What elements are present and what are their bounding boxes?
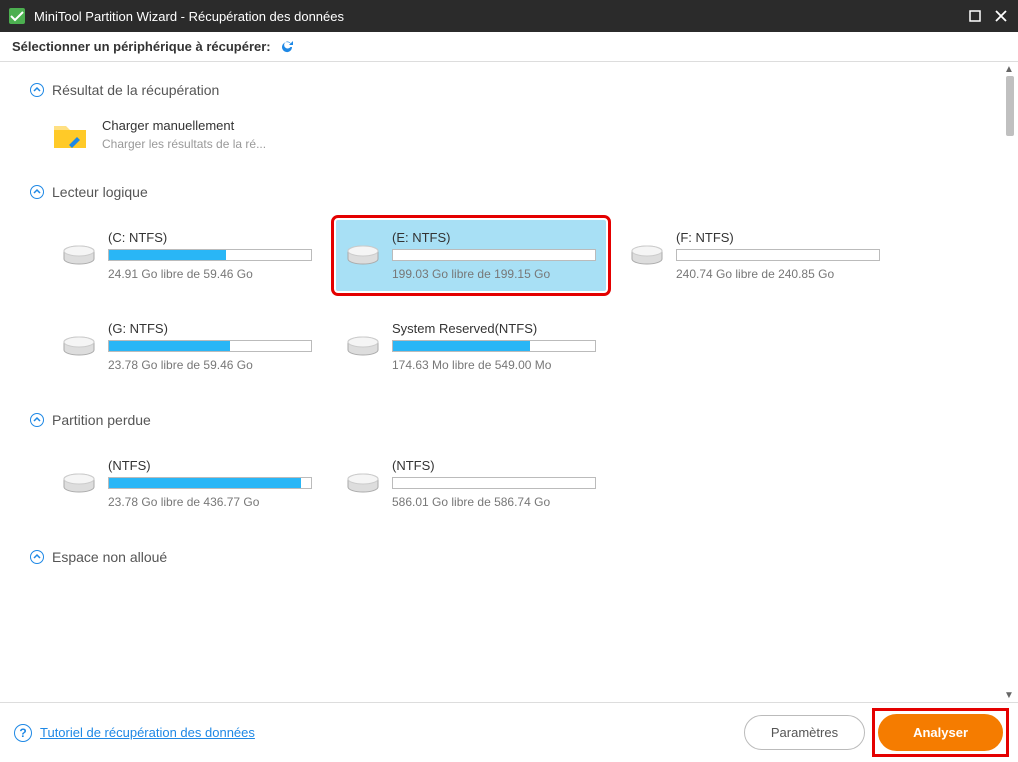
subheader: Sélectionner un périphérique à récupérer… xyxy=(0,32,1018,62)
drive-free-text: 586.01 Go libre de 586.74 Go xyxy=(392,495,596,509)
drive-item[interactable]: (C: NTFS) 24.91 Go libre de 59.46 Go xyxy=(52,220,322,291)
drive-name: (G: NTFS) xyxy=(108,321,312,336)
footer: ? Tutoriel de récupération des données P… xyxy=(0,702,1018,762)
scan-button[interactable]: Analyser xyxy=(878,714,1003,751)
usage-bar xyxy=(392,340,596,352)
collapse-icon[interactable] xyxy=(30,83,44,97)
section-unallocated: Espace non alloué xyxy=(30,549,988,565)
drive-name: System Reserved(NTFS) xyxy=(392,321,596,336)
close-icon[interactable] xyxy=(992,7,1010,25)
scroll-up-icon[interactable]: ▲ xyxy=(1004,64,1014,74)
usage-bar xyxy=(392,477,596,489)
load-manually[interactable]: Charger manuellement Charger les résulta… xyxy=(52,118,988,154)
section-title: Résultat de la récupération xyxy=(52,82,219,98)
drive-item[interactable]: (E: NTFS) 199.03 Go libre de 199.15 Go xyxy=(336,220,606,291)
usage-bar xyxy=(108,477,312,489)
disk-icon xyxy=(346,472,380,496)
disk-icon xyxy=(346,335,380,359)
usage-bar xyxy=(676,249,880,261)
usage-bar xyxy=(108,340,312,352)
help-link-text[interactable]: Tutoriel de récupération des données xyxy=(40,725,255,740)
drive-name: (NTFS) xyxy=(108,458,312,473)
section-recovery-result: Résultat de la récupération Charger manu… xyxy=(30,82,988,154)
scrollbar-thumb[interactable] xyxy=(1006,76,1014,136)
drive-free-text: 174.63 Mo libre de 549.00 Mo xyxy=(392,358,596,372)
drive-free-text: 23.78 Go libre de 59.46 Go xyxy=(108,358,312,372)
collapse-icon[interactable] xyxy=(30,413,44,427)
drive-name: (NTFS) xyxy=(392,458,596,473)
drive-name: (E: NTFS) xyxy=(392,230,596,245)
drive-item[interactable]: (F: NTFS) 240.74 Go libre de 240.85 Go xyxy=(620,220,890,291)
usage-bar xyxy=(108,249,312,261)
main-content: Résultat de la récupération Charger manu… xyxy=(0,62,1018,702)
disk-icon xyxy=(62,244,96,268)
maximize-icon[interactable] xyxy=(966,7,984,25)
help-link[interactable]: ? Tutoriel de récupération des données xyxy=(14,724,255,742)
drive-name: (C: NTFS) xyxy=(108,230,312,245)
disk-icon xyxy=(346,244,380,268)
drive-item[interactable]: System Reserved(NTFS) 174.63 Mo libre de … xyxy=(336,311,606,382)
section-title: Partition perdue xyxy=(52,412,151,428)
window-title: MiniTool Partition Wizard - Récupération… xyxy=(34,9,966,24)
scroll-down-icon[interactable]: ▼ xyxy=(1004,690,1014,700)
collapse-icon[interactable] xyxy=(30,185,44,199)
manual-subtitle: Charger les résultats de la ré... xyxy=(102,137,266,151)
refresh-icon[interactable] xyxy=(279,39,295,55)
app-logo-icon xyxy=(8,7,26,25)
drive-item[interactable]: (NTFS) 586.01 Go libre de 586.74 Go xyxy=(336,448,606,519)
collapse-icon[interactable] xyxy=(30,550,44,564)
help-icon: ? xyxy=(14,724,32,742)
drive-item[interactable]: (G: NTFS) 23.78 Go libre de 59.46 Go xyxy=(52,311,322,382)
section-logical-drive: Lecteur logique (C: NTFS) 24.91 Go libre … xyxy=(30,184,988,382)
disk-icon xyxy=(62,335,96,359)
drive-free-text: 199.03 Go libre de 199.15 Go xyxy=(392,267,596,281)
drive-free-text: 240.74 Go libre de 240.85 Go xyxy=(676,267,880,281)
usage-bar xyxy=(392,249,596,261)
folder-icon xyxy=(52,118,88,154)
disk-icon xyxy=(62,472,96,496)
settings-button[interactable]: Paramètres xyxy=(744,715,865,750)
manual-title: Charger manuellement xyxy=(102,118,266,133)
disk-icon xyxy=(630,244,664,268)
drive-name: (F: NTFS) xyxy=(676,230,880,245)
section-title: Espace non alloué xyxy=(52,549,167,565)
scrollbar[interactable]: ▲ ▼ xyxy=(1004,66,1014,698)
drive-free-text: 24.91 Go libre de 59.46 Go xyxy=(108,267,312,281)
titlebar: MiniTool Partition Wizard - Récupération… xyxy=(0,0,1018,32)
drive-item[interactable]: (NTFS) 23.78 Go libre de 436.77 Go xyxy=(52,448,322,519)
subheader-label: Sélectionner un périphérique à récupérer… xyxy=(12,39,271,54)
section-lost-partition: Partition perdue (NTFS) 23.78 Go libre de… xyxy=(30,412,988,519)
drive-free-text: 23.78 Go libre de 436.77 Go xyxy=(108,495,312,509)
section-title: Lecteur logique xyxy=(52,184,148,200)
